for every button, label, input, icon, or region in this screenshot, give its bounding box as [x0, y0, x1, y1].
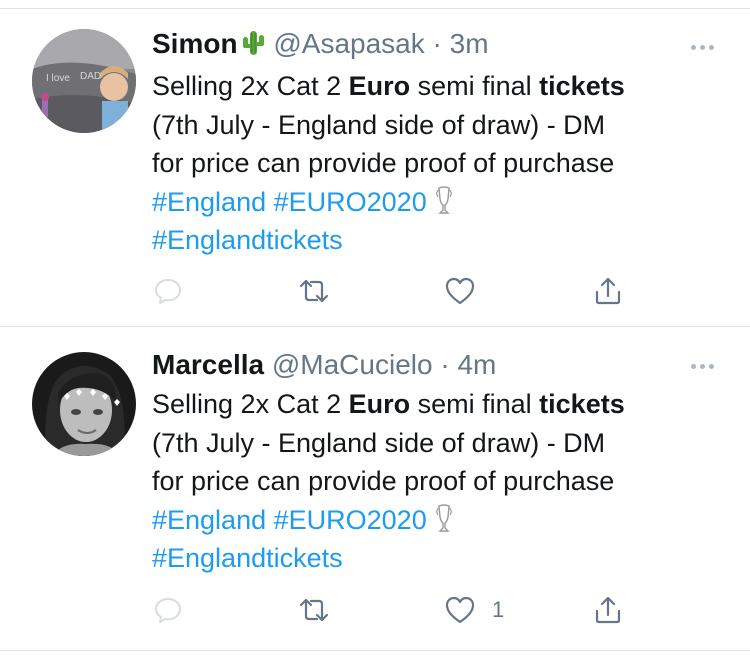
retweet-icon: [299, 279, 329, 303]
retweet-button[interactable]: [298, 271, 330, 311]
text-line: for price can provide proof of purchase: [152, 148, 615, 178]
like-count: 1: [492, 597, 505, 622]
trophy-icon: [435, 185, 453, 217]
share-button[interactable]: [592, 590, 624, 630]
avatar-image: I love DAD: [32, 29, 136, 133]
highlight-tickets: tickets: [539, 71, 625, 101]
hashtag-euro2020[interactable]: #EURO2020: [274, 505, 427, 535]
text-segment: semi final: [410, 389, 540, 419]
text-line: #England #EURO2020: [152, 501, 722, 540]
reply-button[interactable]: [152, 590, 184, 630]
display-name[interactable]: Marcella: [152, 349, 264, 380]
text-line: Selling 2x Cat 2 Euro semi final tickets: [152, 385, 722, 424]
avatar[interactable]: [32, 352, 136, 456]
reply-icon: [155, 279, 181, 304]
cactus-emoji: [240, 29, 266, 57]
share-button[interactable]: [592, 271, 624, 311]
share-icon: [595, 596, 621, 624]
handle[interactable]: @MaCucielo: [272, 349, 433, 380]
text-line: (7th July - England side of draw) - DM: [152, 109, 606, 140]
text-line: #England #EURO2020: [152, 183, 722, 222]
tweet-divider: [0, 326, 750, 327]
reply-icon: [155, 598, 181, 623]
svg-text:I love: I love: [46, 73, 70, 84]
hashtag-england[interactable]: #England: [152, 505, 266, 535]
tweet-text: Selling 2x Cat 2 Euro semi final tickets…: [152, 385, 722, 578]
more-icon[interactable]: [691, 45, 714, 50]
tweet[interactable]: Marcella @MaCucielo · 4m Selling 2x Cat …: [0, 328, 750, 650]
separator: ·: [440, 349, 450, 380]
tweet-actions: [152, 271, 632, 311]
handle[interactable]: @Asapasak: [273, 28, 424, 59]
like-icon: [445, 277, 475, 305]
tweet-divider: [0, 650, 750, 651]
trophy-icon: [435, 503, 453, 535]
text-line: #Englandtickets: [152, 539, 722, 578]
timestamp[interactable]: 3m: [450, 28, 489, 59]
svg-text:DAD: DAD: [80, 71, 101, 82]
avatar[interactable]: I love DAD: [32, 29, 136, 133]
tweet[interactable]: I love DAD Simon @Asapasak · 3m Selling …: [0, 9, 750, 327]
reply-button[interactable]: [152, 271, 184, 311]
hashtag-england[interactable]: #England: [152, 187, 266, 217]
like-icon: [445, 596, 475, 624]
text-segment: Selling 2x Cat 2: [152, 389, 349, 419]
text-line: (7th July - England side of draw) - DM: [152, 427, 606, 458]
timestamp[interactable]: 4m: [457, 349, 496, 380]
highlight-tickets: tickets: [539, 389, 625, 419]
text-line: #Englandtickets: [152, 221, 722, 260]
hashtag-englandtickets[interactable]: #Englandtickets: [152, 225, 343, 255]
retweet-button[interactable]: [298, 590, 330, 630]
text-segment: semi final: [410, 71, 540, 101]
tweet-header: Marcella @MaCucielo · 4m: [152, 348, 496, 382]
like-button[interactable]: [444, 271, 492, 311]
highlight-euro: Euro: [348, 389, 411, 419]
tweet-header: Simon @Asapasak · 3m: [152, 27, 489, 61]
text-segment: Selling 2x Cat 2: [152, 71, 349, 101]
tweet-text: Selling 2x Cat 2 Euro semi final tickets…: [152, 67, 722, 260]
hashtag-euro2020[interactable]: #EURO2020: [274, 187, 427, 217]
more-icon[interactable]: [691, 364, 714, 369]
tweet-actions: 1: [152, 590, 632, 630]
text-line: for price can provide proof of purchase: [152, 466, 615, 496]
text-line: Selling 2x Cat 2 Euro semi final tickets: [152, 67, 722, 106]
avatar-image: [32, 352, 136, 456]
separator: ·: [432, 28, 442, 59]
retweet-icon: [299, 598, 329, 622]
hashtag-englandtickets[interactable]: #Englandtickets: [152, 543, 343, 573]
share-icon: [595, 277, 621, 305]
display-name[interactable]: Simon: [152, 28, 238, 59]
highlight-euro: Euro: [348, 71, 411, 101]
like-button[interactable]: 1: [444, 590, 504, 630]
